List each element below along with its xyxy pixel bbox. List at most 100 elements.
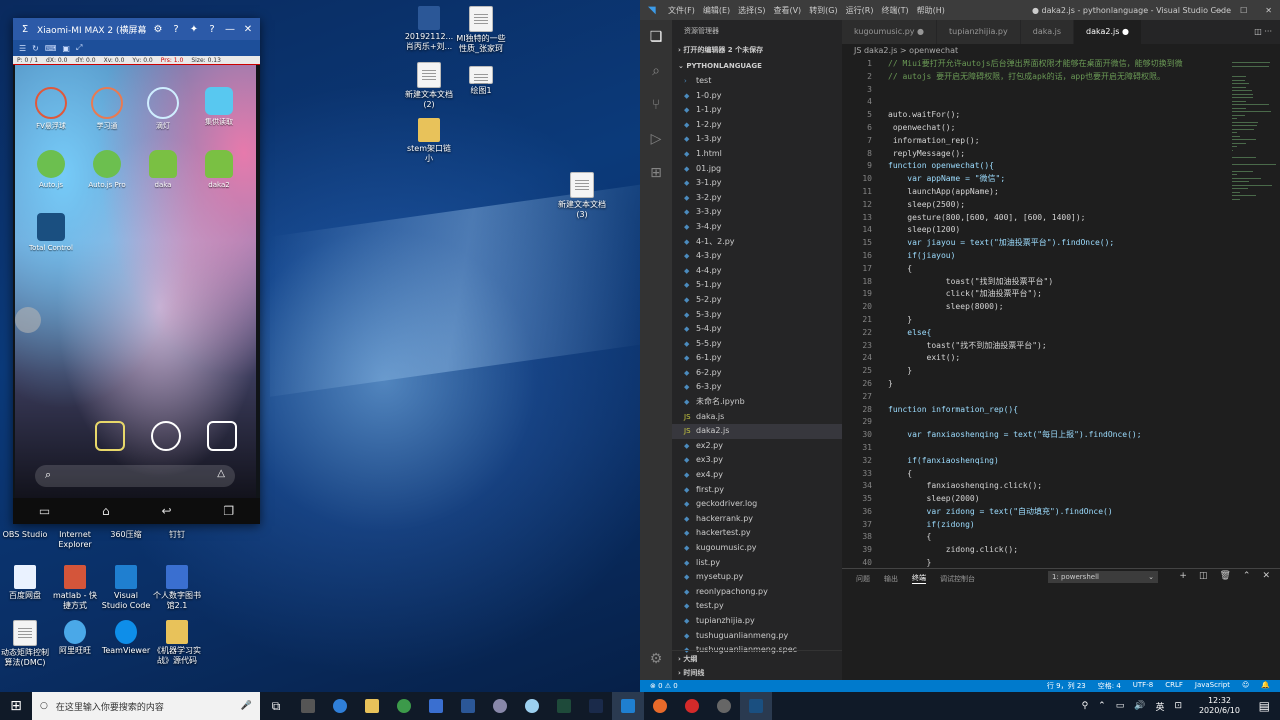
file-item[interactable]: ◆ geckodriver.log bbox=[672, 497, 842, 512]
file-item[interactable]: ◆ 6-1.py bbox=[672, 351, 842, 366]
tab-tupianzhijia[interactable]: tupianzhijia.py bbox=[937, 20, 1021, 44]
cursor-position[interactable]: 行 9，列 23 bbox=[1047, 681, 1086, 691]
tab-problems[interactable]: 问题 bbox=[856, 574, 870, 584]
ime-mode-icon[interactable]: ⊡ bbox=[1174, 701, 1182, 711]
desktop-icon-doc[interactable]: MI独特的一些 性质_张家珂 bbox=[444, 6, 518, 54]
help-circle-icon[interactable]: ? bbox=[206, 24, 218, 35]
file-explorer-icon[interactable] bbox=[356, 692, 388, 720]
menu-icon[interactable]: ☰ bbox=[19, 44, 26, 53]
app-jigong[interactable]: 集供读取 bbox=[193, 87, 245, 127]
clock[interactable]: 12:32 2020/6/10 bbox=[1199, 696, 1240, 716]
tab-kugoumusic[interactable]: kugoumusic.py ● bbox=[842, 20, 938, 44]
desktop-icon-drawing[interactable]: 绘图1 bbox=[444, 66, 518, 96]
menu-selection[interactable]: 选择(S) bbox=[738, 5, 765, 16]
app-autojs-pro[interactable]: Auto.js Pro bbox=[81, 150, 133, 190]
app-fv-float[interactable]: FV悬浮球 bbox=[25, 87, 77, 131]
file-item[interactable]: ◆ 01.jpg bbox=[672, 162, 842, 177]
phone-screen[interactable]: FV悬浮球 学习通 滴灯 集供读取 Auto.js Auto.js Pro da… bbox=[15, 65, 256, 505]
notification-icon[interactable]: ▤ bbox=[1259, 699, 1270, 713]
file-item[interactable]: ◆ 3-4.py bbox=[672, 220, 842, 235]
bell-icon[interactable]: 🔔 bbox=[1261, 681, 1270, 691]
vscode-titlebar[interactable]: ◥ 文件(F) 编辑(E) 选择(S) 查看(V) 转到(G) 运行(R) 终端… bbox=[640, 0, 1280, 20]
close-icon[interactable]: ✕ bbox=[1265, 6, 1272, 15]
file-item[interactable]: ◆ test.py bbox=[672, 599, 842, 614]
desktop-icon-dingtalk[interactable]: 钉钉 bbox=[140, 530, 214, 540]
tab-daka2[interactable]: daka2.js ● bbox=[1074, 20, 1142, 44]
tab-terminal[interactable]: 终端 bbox=[912, 573, 926, 584]
app-icon[interactable] bbox=[420, 692, 452, 720]
file-item[interactable]: › test bbox=[672, 74, 842, 89]
file-item[interactable]: ◆ 5-5.py bbox=[672, 337, 842, 352]
people-icon[interactable]: ⚲ bbox=[1082, 701, 1089, 711]
audition-icon[interactable] bbox=[548, 692, 580, 720]
minimap[interactable] bbox=[1228, 58, 1280, 568]
phone-mirror-window[interactable]: Σ Xiaomi-MI MAX 2 (横屏幕) ⚙ ? ✦ ? — ✕ ☰ ↻ … bbox=[13, 18, 260, 524]
microphone-icon[interactable]: 🎤 bbox=[241, 701, 252, 711]
taskbar-search[interactable]: ○ 在这里输入你要搜索的内容 🎤 bbox=[32, 692, 260, 720]
fullscreen-icon[interactable]: ⤢ bbox=[76, 43, 82, 53]
phone-window-titlebar[interactable]: Σ Xiaomi-MI MAX 2 (横屏幕) ⚙ ? ✦ ? — ✕ bbox=[13, 18, 260, 40]
back-nav-icon[interactable]: ↩ bbox=[161, 504, 171, 518]
file-item[interactable]: ◆ 3-3.py bbox=[672, 205, 842, 220]
vscode-window[interactable]: ◥ 文件(F) 编辑(E) 选择(S) 查看(V) 转到(G) 运行(R) 终端… bbox=[640, 0, 1280, 692]
file-item[interactable]: ◆ tushuguanlianmeng.py bbox=[672, 629, 842, 644]
extensions-icon[interactable]: ⊞ bbox=[640, 156, 672, 190]
app-autojs[interactable]: Auto.js bbox=[25, 150, 77, 190]
camera-icon[interactable] bbox=[207, 421, 237, 451]
breadcrumb[interactable]: JS daka2.js > openwechat bbox=[842, 44, 1280, 58]
maximize-icon[interactable]: ☐ bbox=[1240, 6, 1247, 15]
settings-icon[interactable] bbox=[708, 692, 740, 720]
network-icon[interactable]: ▭ bbox=[1116, 701, 1125, 711]
file-item[interactable]: ◆ 未命名.ipynb bbox=[672, 395, 842, 410]
minimize-icon[interactable]: — bbox=[224, 24, 236, 35]
file-item[interactable]: ◆ 4-3.py bbox=[672, 249, 842, 264]
code-editor[interactable]: 1 // Miui要打开允许autojs后台弹出界面权限才能够在桌面开微信，能够切… bbox=[842, 58, 1228, 568]
file-item[interactable]: ◆ kugoumusic.py bbox=[672, 541, 842, 556]
total-control-taskbar-icon[interactable] bbox=[740, 692, 772, 720]
file-item[interactable]: ◆ hackertest.py bbox=[672, 526, 842, 541]
split-terminal-icon[interactable]: ◫ bbox=[1199, 571, 1208, 581]
refresh-icon[interactable]: ↻ bbox=[32, 44, 39, 53]
file-item[interactable]: ◆ 3-2.py bbox=[672, 191, 842, 206]
split-editor-icon[interactable]: ◫ ··· bbox=[1246, 20, 1280, 44]
tab-debug-console[interactable]: 调试控制台 bbox=[940, 574, 975, 584]
file-item[interactable]: ◆ list.py bbox=[672, 556, 842, 571]
desktop-icon-ml-source[interactable]: 《机器学习实 战》源代码 bbox=[140, 620, 214, 666]
app-xuexitong[interactable]: 学习通 bbox=[81, 87, 133, 131]
word-icon[interactable] bbox=[452, 692, 484, 720]
keyboard-icon[interactable]: ⌨ bbox=[45, 44, 57, 53]
app-daka[interactable]: daka bbox=[137, 150, 189, 190]
manage-gear-icon[interactable]: ⚙ bbox=[640, 642, 672, 676]
store-icon[interactable] bbox=[292, 692, 324, 720]
explorer-icon[interactable]: ❏ bbox=[640, 20, 672, 54]
task-view-icon[interactable]: ⧉ bbox=[260, 692, 292, 720]
volume-icon[interactable]: 🔊 bbox=[1134, 701, 1145, 711]
file-item[interactable]: ◆ 3-1.py bbox=[672, 176, 842, 191]
network-app-icon[interactable] bbox=[484, 692, 516, 720]
browser-icon[interactable] bbox=[151, 421, 181, 451]
file-item[interactable]: ◆ reonlypachong.py bbox=[672, 585, 842, 600]
chrome-icon[interactable] bbox=[388, 692, 420, 720]
file-item[interactable]: ◆ 6-3.py bbox=[672, 380, 842, 395]
run-debug-icon[interactable]: ▷ bbox=[640, 122, 672, 156]
app-didian[interactable]: 滴灯 bbox=[137, 87, 189, 131]
source-control-icon[interactable]: ⑂ bbox=[640, 88, 672, 122]
pin-icon[interactable]: ✦ bbox=[188, 24, 200, 35]
screenshot-icon[interactable]: ▣ bbox=[62, 44, 70, 53]
file-item[interactable]: ◆ 1-3.py bbox=[672, 132, 842, 147]
help-icon[interactable]: ? bbox=[170, 24, 182, 35]
settings-icon[interactable]: ⚙ bbox=[152, 24, 164, 35]
shell-select[interactable]: 1: powershell ⌄ bbox=[1048, 571, 1158, 583]
file-item[interactable]: ◆ hackerrank.py bbox=[672, 512, 842, 527]
floating-ball-icon[interactable] bbox=[15, 307, 41, 333]
timeline-section[interactable]: › 时间线 bbox=[672, 665, 842, 680]
file-item[interactable]: ◆ 1-1.py bbox=[672, 103, 842, 118]
feedback-icon[interactable]: ☺ bbox=[1242, 681, 1249, 691]
problems-count[interactable]: ⊗ 0 ⚠ 0 bbox=[650, 682, 678, 690]
firefox-icon[interactable] bbox=[644, 692, 676, 720]
trash-icon[interactable]: 🗑 bbox=[1219, 571, 1230, 581]
file-item[interactable]: ◆ 5-2.py bbox=[672, 293, 842, 308]
menu-file[interactable]: 文件(F) bbox=[668, 5, 695, 16]
menu-help[interactable]: 帮助(H) bbox=[917, 5, 945, 16]
file-item[interactable]: ◆ ex3.py bbox=[672, 453, 842, 468]
